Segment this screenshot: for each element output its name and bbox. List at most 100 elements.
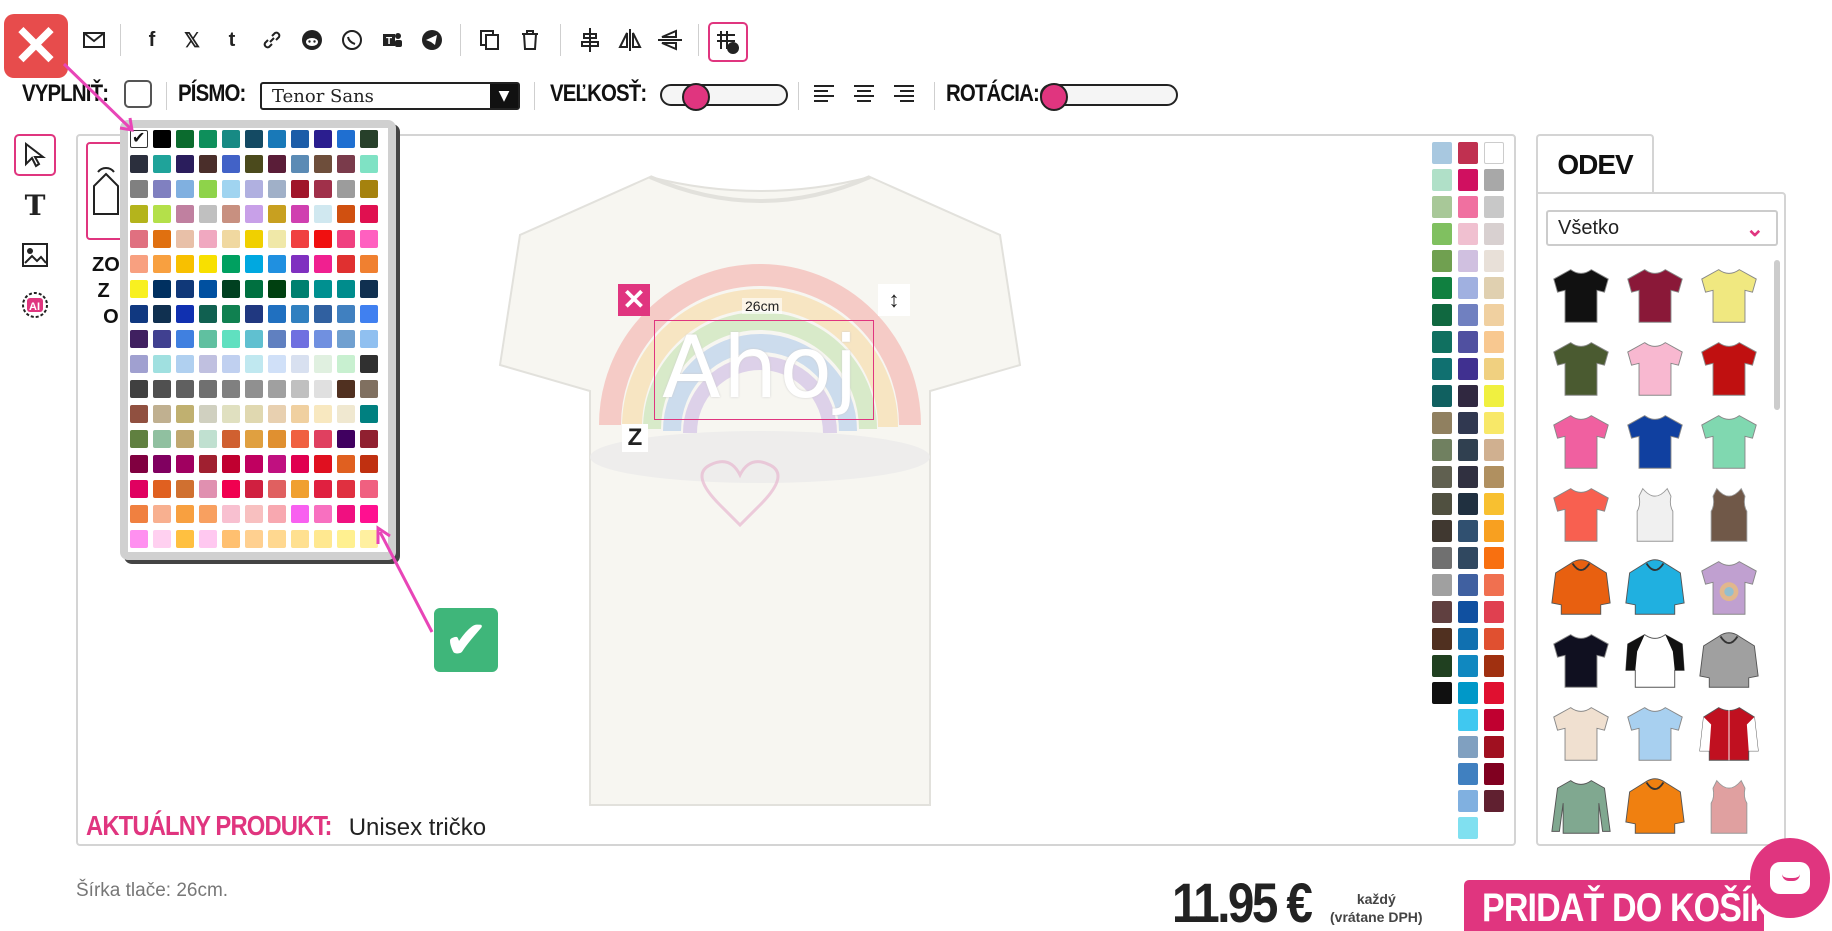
garment-item[interactable] [1622,408,1688,474]
color-swatch[interactable] [314,405,332,423]
color-swatch[interactable] [222,405,240,423]
size-slider-thumb[interactable] [682,83,710,111]
color-swatch[interactable] [291,155,309,173]
color-swatch[interactable] [245,130,263,148]
duplicate-icon[interactable] [476,26,504,54]
color-swatch[interactable] [176,255,194,273]
color-swatch[interactable] [314,205,332,223]
color-swatch[interactable] [222,230,240,248]
color-swatch[interactable] [360,280,378,298]
add-to-cart-button[interactable]: PRIDAŤ DO KOŠÍKA [1464,880,1764,931]
rotation-slider[interactable] [1040,83,1178,111]
garment-item[interactable] [1696,700,1762,766]
color-swatch[interactable] [337,480,355,498]
color-swatch[interactable] [1432,277,1452,299]
tumblr-icon[interactable]: t [218,26,246,54]
color-swatch[interactable] [268,305,286,323]
color-swatch[interactable] [1432,628,1452,650]
color-swatch[interactable] [337,405,355,423]
color-swatch[interactable] [199,455,217,473]
color-swatch[interactable] [1432,520,1452,542]
color-swatch[interactable] [153,280,171,298]
garment-item[interactable] [1696,481,1762,547]
color-swatch[interactable] [1458,709,1478,731]
color-swatch[interactable] [176,305,194,323]
color-swatch[interactable] [314,305,332,323]
color-swatch[interactable] [222,255,240,273]
color-swatch[interactable] [153,305,171,323]
color-swatch[interactable] [199,180,217,198]
color-swatch[interactable] [291,380,309,398]
color-swatch[interactable] [245,355,263,373]
color-swatch[interactable] [291,505,309,523]
garment-scrollbar[interactable] [1774,260,1780,410]
align-center-text-icon[interactable] [854,82,880,108]
color-swatch[interactable] [1458,223,1478,245]
color-swatch[interactable] [153,330,171,348]
color-swatch[interactable] [176,430,194,448]
color-swatch[interactable] [245,305,263,323]
color-swatch[interactable] [130,480,148,498]
color-swatch[interactable] [360,430,378,448]
color-swatch[interactable] [337,380,355,398]
color-swatch[interactable] [337,430,355,448]
color-swatch[interactable] [268,430,286,448]
color-swatch[interactable] [222,530,240,548]
color-swatch[interactable] [1458,763,1478,785]
color-swatch[interactable] [337,280,355,298]
color-swatch[interactable] [337,255,355,273]
color-swatch[interactable] [1432,466,1452,488]
color-swatch[interactable] [1458,790,1478,812]
color-swatch[interactable] [314,505,332,523]
color-swatch[interactable] [1458,277,1478,299]
color-swatch[interactable] [1458,574,1478,596]
whatsapp-icon[interactable] [338,26,366,54]
align-left-icon[interactable] [814,82,840,108]
garment-item[interactable] [1548,627,1614,693]
color-swatch[interactable] [1432,358,1452,380]
color-swatch[interactable] [1432,655,1452,677]
color-swatch[interactable] [314,230,332,248]
color-swatch[interactable] [268,130,286,148]
color-swatch[interactable] [1458,331,1478,353]
color-swatch[interactable] [1484,601,1504,623]
color-swatch[interactable] [268,480,286,498]
color-swatch[interactable] [360,355,378,373]
ai-tool-icon[interactable]: AI [14,284,56,326]
garment-item[interactable] [1696,627,1762,693]
color-swatch[interactable] [176,530,194,548]
color-swatch[interactable] [291,305,309,323]
color-swatch[interactable] [314,380,332,398]
color-swatch[interactable] [291,480,309,498]
color-swatch[interactable] [268,180,286,198]
color-swatch[interactable] [153,355,171,373]
color-swatch[interactable] [360,305,378,323]
color-swatch[interactable] [1484,250,1504,272]
color-swatch[interactable] [337,505,355,523]
color-swatch[interactable] [1484,277,1504,299]
color-swatch[interactable] [314,180,332,198]
color-swatch[interactable] [130,155,148,173]
delete-object-icon[interactable]: ✕ [618,284,650,316]
color-swatch[interactable] [199,405,217,423]
resize-vertical-icon[interactable]: ↕ [878,284,910,316]
color-swatch[interactable] [268,530,286,548]
garment-item[interactable] [1696,773,1762,839]
color-swatch[interactable] [176,280,194,298]
select-tool-icon[interactable] [14,134,56,176]
color-swatch[interactable] [337,180,355,198]
color-swatch[interactable] [1484,196,1504,218]
color-swatch[interactable] [176,455,194,473]
color-swatch[interactable] [291,405,309,423]
color-swatch[interactable] [245,405,263,423]
color-swatch[interactable] [153,380,171,398]
grid-select-icon[interactable] [708,22,748,62]
color-swatch[interactable] [176,180,194,198]
color-swatch[interactable] [153,130,171,148]
color-swatch[interactable] [130,255,148,273]
color-swatch[interactable] [1458,655,1478,677]
garment-filter-select[interactable]: Všetko ⌄ [1546,210,1778,246]
flip-horizontal-icon[interactable] [616,26,644,54]
facebook-icon[interactable]: f [138,26,166,54]
close-icon[interactable]: ✕ [4,14,68,78]
